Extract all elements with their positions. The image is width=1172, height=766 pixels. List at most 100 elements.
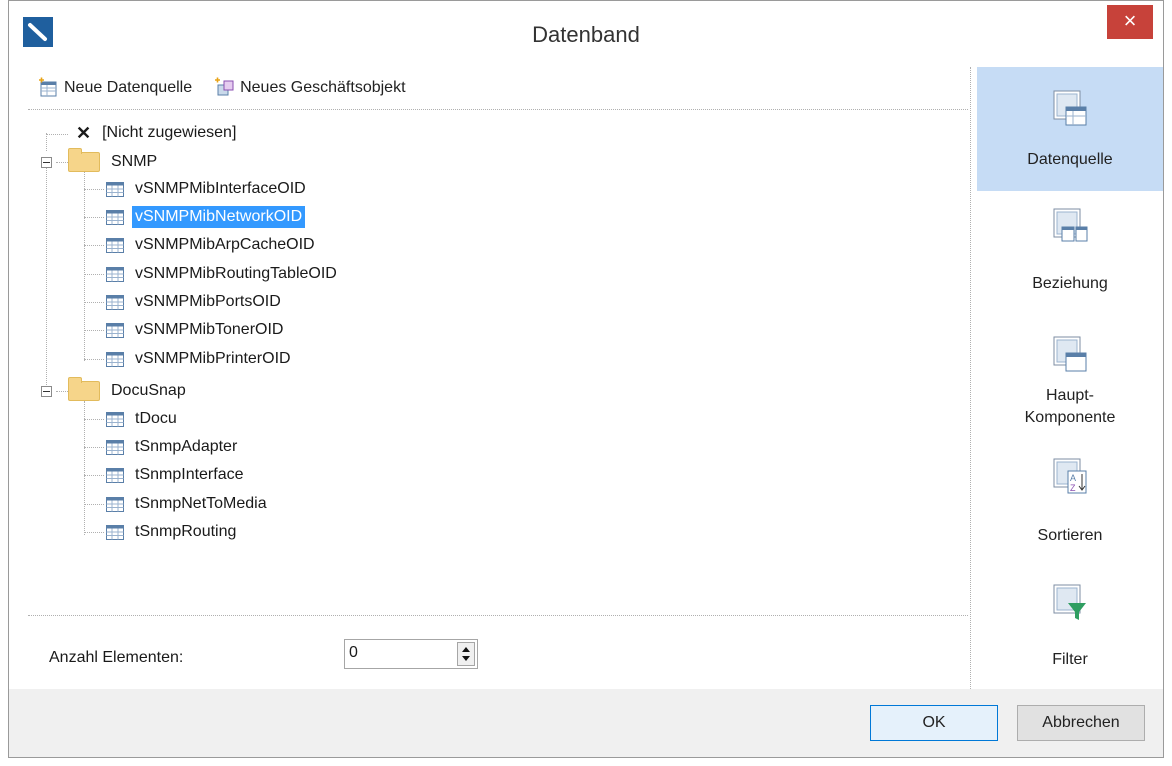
tree-line (84, 504, 104, 505)
remove-icon: ✕ (76, 123, 92, 143)
tree-item-label: vSNMPMibPortsOID (135, 293, 281, 310)
tree-item[interactable]: vSNMPMibPortsOID (106, 290, 284, 314)
collapse-toggle[interactable] (41, 157, 52, 168)
side-item-datasource[interactable]: Datenquelle (977, 67, 1163, 191)
tree-item[interactable]: vSNMPMibInterfaceOID (106, 177, 309, 201)
dialog-window: Datenband × Neue Datenquelle Neues Gesch… (8, 0, 1164, 758)
tree-item-label: vSNMPMibArpCacheOID (135, 236, 315, 253)
tree-group-snmp[interactable]: SNMP (68, 148, 160, 174)
tree-item-label: vSNMPMibTonerOID (135, 321, 284, 338)
table-icon (106, 294, 124, 310)
folder-icon (68, 377, 100, 401)
tree-item-label: tSnmpRouting (135, 523, 237, 540)
tree-group-label: DocuSnap (111, 382, 186, 399)
master-component-icon (1053, 336, 1087, 372)
dialog-footer: OK Abbrechen (9, 689, 1163, 757)
stepper-down-icon[interactable] (462, 656, 470, 661)
side-item-label: Beziehung (1032, 275, 1108, 292)
tree-group-docusnap[interactable]: DocuSnap (68, 377, 189, 403)
tree-bottom-separator (28, 615, 968, 616)
tree-item-label: tDocu (135, 410, 177, 427)
tree-item[interactable]: tSnmpInterface (106, 463, 247, 487)
table-icon (106, 496, 124, 512)
tree-line (46, 134, 68, 135)
title-bar: Datenband × (9, 1, 1163, 67)
tree-line (84, 419, 104, 420)
tree-line (46, 133, 47, 151)
svg-text:Z: Z (1070, 483, 1076, 493)
tree-line (84, 447, 104, 448)
tree-item-label: vSNMPMibInterfaceOID (135, 180, 306, 197)
table-icon (106, 351, 124, 367)
tree-item-label: vSNMPMibNetworkOID (132, 206, 306, 228)
tree-line (84, 302, 104, 303)
tree-item[interactable]: tSnmpRouting (106, 520, 239, 544)
filter-icon (1053, 584, 1086, 620)
tree-line (84, 401, 85, 535)
tree-item-selected[interactable]: vSNMPMibNetworkOID (106, 205, 306, 229)
table-icon (106, 209, 124, 225)
tree-item-label: tSnmpInterface (135, 466, 244, 483)
tree-item[interactable]: vSNMPMibRoutingTableOID (106, 262, 340, 286)
svg-text:A: A (1070, 473, 1076, 483)
tree-item[interactable]: tDocu (106, 407, 180, 431)
tree-item-label: tSnmpNetToMedia (135, 495, 267, 512)
collapse-toggle[interactable] (41, 386, 52, 397)
table-icon (106, 411, 124, 427)
tree-item[interactable]: vSNMPMibPrinterOID (106, 347, 294, 371)
tree-line (56, 162, 68, 163)
table-icon (106, 439, 124, 455)
stepper-buttons[interactable] (457, 642, 475, 666)
table-icon (106, 266, 124, 282)
side-item-label: Datenquelle (1027, 151, 1113, 168)
count-value: 0 (349, 644, 358, 661)
tree-item[interactable]: vSNMPMibTonerOID (106, 318, 286, 342)
tree-group-label: SNMP (111, 153, 158, 170)
window-title: Datenband (532, 22, 640, 47)
ok-button[interactable]: OK (870, 705, 998, 741)
datasource-panel: Neue Datenquelle Neues Geschäftsobjekt ✕… (20, 67, 970, 689)
side-item-master-component[interactable]: Haupt- Komponente (977, 323, 1163, 443)
sort-icon: A Z (1053, 458, 1087, 494)
table-icon (106, 237, 124, 253)
table-icon (106, 181, 124, 197)
table-icon (106, 322, 124, 338)
count-stepper[interactable]: 0 (344, 639, 478, 669)
relation-icon (1053, 208, 1088, 242)
side-item-label: Sortieren (1037, 527, 1103, 544)
tree-item-label: vSNMPMibRoutingTableOID (135, 265, 337, 282)
datasource-icon (1053, 90, 1087, 126)
datasource-tree[interactable]: ✕ [Nicht zugewiesen] SNMP vSNMPMibInterf… (20, 67, 970, 607)
folder-icon (68, 148, 100, 172)
side-item-label: Filter (1052, 651, 1088, 668)
side-item-label: Haupt- Komponente (1024, 387, 1116, 426)
tree-item-label: tSnmpAdapter (135, 438, 238, 455)
tree-item[interactable]: tSnmpAdapter (106, 435, 240, 459)
tree-line (84, 359, 104, 360)
tree-line (46, 167, 47, 391)
tree-line (84, 532, 104, 533)
tree-line (56, 391, 68, 392)
tree-line (84, 217, 104, 218)
count-label: Anzahl Elementen: (49, 649, 184, 666)
tree-item-label: [Nicht zugewiesen] (102, 124, 237, 141)
tree-line (84, 330, 104, 331)
tree-line (84, 245, 104, 246)
cancel-button[interactable]: Abbrechen (1017, 705, 1145, 741)
tree-line (84, 274, 104, 275)
side-item-sort[interactable]: A Z Sortieren (977, 451, 1163, 561)
panel-separator (970, 67, 971, 689)
tree-item-label: vSNMPMibPrinterOID (135, 350, 291, 367)
tree-item[interactable]: vSNMPMibArpCacheOID (106, 233, 318, 257)
side-item-filter[interactable]: Filter (977, 575, 1163, 685)
tree-item[interactable]: tSnmpNetToMedia (106, 492, 270, 516)
tree-item-unassigned[interactable]: ✕ [Nicht zugewiesen] (76, 121, 239, 145)
tree-line (84, 171, 85, 361)
close-button[interactable]: × (1107, 5, 1153, 39)
side-item-relation[interactable]: Beziehung (977, 191, 1163, 307)
tree-line (84, 189, 104, 190)
stepper-up-icon[interactable] (462, 647, 470, 652)
table-icon (106, 467, 124, 483)
side-panel: Datenquelle Beziehung Haupt- Komponente (977, 67, 1163, 689)
table-icon (106, 524, 124, 540)
